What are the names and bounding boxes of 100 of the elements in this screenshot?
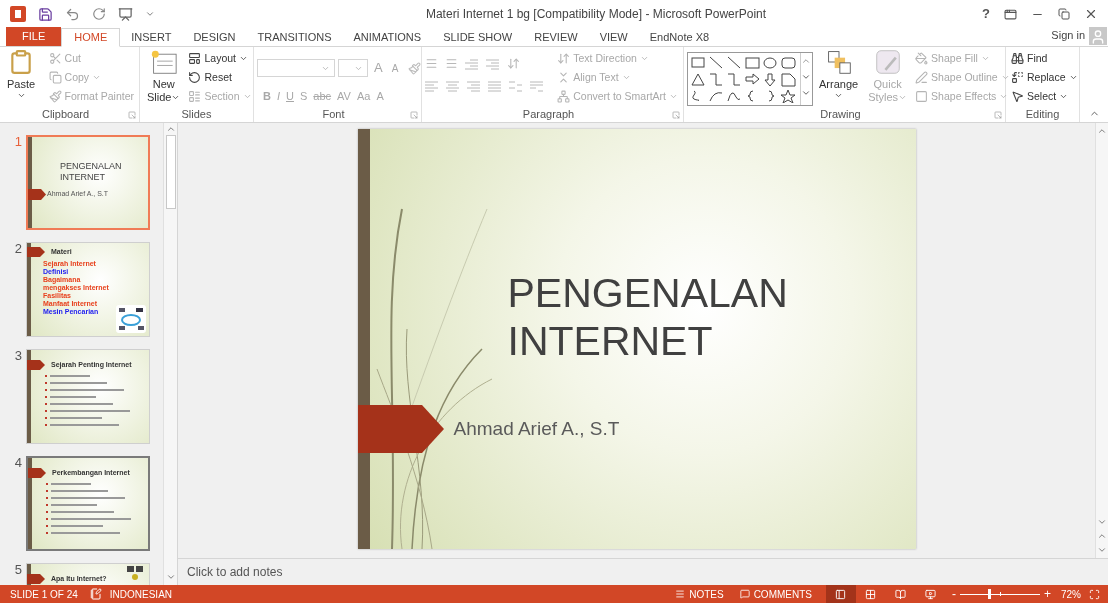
tool-icon <box>48 71 62 84</box>
ribbon-large-button[interactable]: Arrange <box>815 49 863 100</box>
dialog-launcher-icon[interactable] <box>672 110 680 119</box>
ribbon-tab[interactable]: DESIGN <box>182 28 247 46</box>
slide-subtitle: Ahmad Arief A., S.T <box>453 416 620 441</box>
comments-button[interactable]: COMMENTS <box>739 586 812 602</box>
network-diagram-drawing <box>116 305 146 333</box>
scroll-thumb[interactable] <box>165 135 176 209</box>
slide-title: PENGENALAN INTERNET <box>60 161 123 183</box>
slide-number: 3 <box>13 349 22 363</box>
fit-to-window-icon[interactable] <box>1089 588 1100 600</box>
view-icon <box>835 588 847 600</box>
caret-icon <box>171 93 181 102</box>
font-name-field[interactable] <box>257 59 335 77</box>
language-indicator: INDONESIAN <box>109 587 173 602</box>
tool-icon <box>48 52 62 65</box>
ribbon-large-button[interactable]: New Slide <box>143 49 185 104</box>
ribbon-tab[interactable]: FILE <box>6 27 62 46</box>
tool-icon <box>557 52 571 65</box>
group-label: Drawing <box>819 108 862 121</box>
customize-icon[interactable] <box>145 9 155 19</box>
ribbon-tab[interactable]: ANIMATIONS <box>342 28 433 46</box>
shapes-gallery[interactable] <box>687 52 813 106</box>
arrow-shape <box>28 468 46 479</box>
tool-icon <box>48 90 62 103</box>
slide-number: 5 <box>13 563 22 577</box>
zoom-slider[interactable] <box>959 589 1040 599</box>
redo-icon[interactable] <box>92 7 106 21</box>
caret-icon <box>16 91 26 100</box>
ribbon-button[interactable]: Layout <box>186 49 250 68</box>
slide-number: 1 <box>13 135 22 149</box>
save-icon[interactable] <box>38 6 53 22</box>
zoom-in-button[interactable]: + <box>1043 585 1051 603</box>
ribbon-button[interactable]: Reset <box>186 68 234 87</box>
tool-icon <box>915 71 929 84</box>
notes-icon <box>675 589 686 599</box>
ribbon-tab[interactable]: VIEW <box>588 28 639 46</box>
dialog-launcher-icon[interactable] <box>128 110 136 119</box>
zoom-out-button[interactable]: - <box>951 585 956 603</box>
tool-icon <box>188 90 202 103</box>
ribbon-tab[interactable]: HOME <box>61 28 121 47</box>
ribbon-tab[interactable]: SLIDE SHOW <box>432 28 524 46</box>
view-button[interactable] <box>825 585 856 603</box>
undo-icon[interactable] <box>65 6 80 22</box>
caret-icon <box>669 92 678 101</box>
slide-indicator: SLIDE 1 OF 24 <box>10 587 78 602</box>
close-icon[interactable] <box>1084 7 1098 21</box>
caret-icon <box>242 92 252 101</box>
arrow-shape <box>27 247 45 258</box>
tool-icon <box>915 52 929 65</box>
ribbon-button[interactable]: Replace <box>1009 68 1080 87</box>
quick-styles-icon <box>874 49 901 75</box>
view-icon <box>925 588 937 600</box>
slide-number: 4 <box>13 456 22 470</box>
ribbon-tab[interactable]: TRANSITIONS <box>246 28 343 46</box>
notes-field[interactable]: Click to add notes <box>187 563 487 581</box>
dialog-launcher-icon[interactable] <box>410 110 418 119</box>
zoom-thumb[interactable] <box>987 589 991 599</box>
help-button[interactable]: ? <box>982 4 990 24</box>
tool-icon <box>1011 71 1024 84</box>
tool-icon <box>557 90 571 103</box>
ribbon-button[interactable]: Select <box>1009 87 1071 106</box>
view-icon <box>895 588 907 600</box>
group-label: Font <box>321 108 346 121</box>
slide-canvas[interactable]: PENGENALAN INTERNET Ahmad Arief A., S.T <box>357 129 916 549</box>
ribbon-display-icon[interactable] <box>1004 7 1017 21</box>
view-icon <box>865 588 877 600</box>
caret-icon <box>92 73 102 82</box>
arrow-shape <box>28 189 46 200</box>
tool-icon <box>1011 52 1024 65</box>
dialog-launcher-icon[interactable] <box>994 110 1002 119</box>
computers-icon <box>127 566 143 580</box>
arrow-shape <box>27 360 45 371</box>
scrollbar[interactable] <box>1095 123 1108 558</box>
group-label: Slides <box>180 108 213 121</box>
scrollbar[interactable] <box>163 123 177 585</box>
ribbon-tab[interactable]: REVIEW <box>523 28 589 46</box>
restore-icon[interactable] <box>1058 8 1070 20</box>
ribbon-tab[interactable]: INSERT <box>120 28 183 46</box>
group-label: Editing <box>1024 108 1061 121</box>
slide-title: PENGENALAN INTERNET <box>507 269 789 365</box>
tool-icon <box>1011 90 1024 103</box>
caret-icon <box>239 54 248 63</box>
comment-icon <box>739 589 750 599</box>
ribbon-button[interactable]: Find <box>1009 49 1050 68</box>
arrow-shape <box>27 574 45 585</box>
slide-number: 2 <box>13 242 22 256</box>
ribbon-tab[interactable]: EndNote X8 <box>638 28 721 46</box>
notes-button[interactable]: NOTES <box>675 586 724 602</box>
group-label: Clipboard <box>40 108 91 121</box>
group-label: Paragraph <box>521 108 576 121</box>
font-size-field[interactable] <box>338 59 368 77</box>
slideshow-icon[interactable] <box>118 6 133 22</box>
arrange-icon <box>825 49 852 75</box>
ribbon-large-button[interactable]: Paste <box>3 49 40 100</box>
clear-formatting-icon <box>408 61 422 75</box>
tool-icon <box>188 71 202 84</box>
sign-in-link[interactable]: Sign in <box>1051 26 1085 43</box>
spelling-icon[interactable] <box>89 588 102 600</box>
new-slide-icon <box>149 49 178 75</box>
